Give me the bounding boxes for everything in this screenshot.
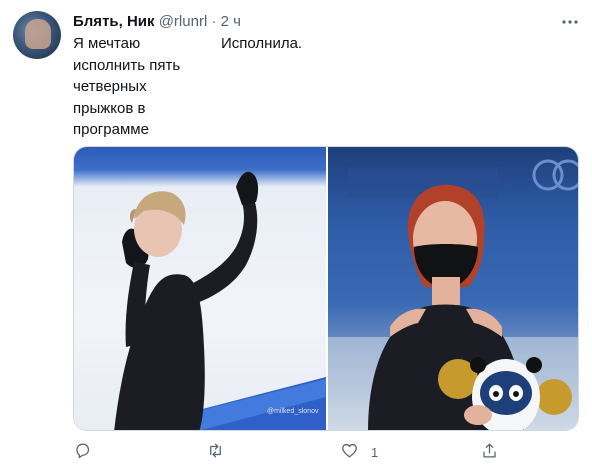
tweet-time[interactable]: 2 ч (221, 13, 241, 30)
figure-skater-illustration (114, 171, 326, 430)
reply-icon (73, 441, 92, 463)
like-icon (340, 441, 359, 463)
tweet-text-right: Исполнила. (221, 35, 303, 52)
retweet-button[interactable] (206, 441, 225, 463)
like-count: 1 (371, 444, 379, 460)
reply-button[interactable] (73, 441, 92, 463)
tweet-text-left: Я мечтаю исполнить пять четверных прыжко… (73, 35, 181, 138)
tweet-actions: 1 (0, 441, 592, 465)
skater-mascot-illustration (328, 159, 578, 430)
like-button[interactable]: 1 (340, 441, 378, 463)
tweet-media[interactable]: @milked_slonov (73, 146, 579, 431)
tweet-header: Блять, Ник @rlunrl · 2 ч (73, 13, 241, 31)
watermark: @milked_slonov (267, 408, 319, 415)
share-button[interactable] (480, 441, 499, 463)
tweet[interactable]: Блять, Ник @rlunrl · 2 ч Я мечтаю исполн… (0, 0, 592, 472)
avatar-hand-icon (25, 19, 51, 49)
share-icon (480, 441, 499, 463)
figure-skater-photo[interactable]: @milked_slonov (74, 147, 326, 430)
avatar[interactable] (13, 11, 61, 59)
author-handle[interactable]: @rlunrl (159, 13, 208, 30)
author-name[interactable]: Блять, Ник (73, 13, 155, 30)
skater-with-mascot-photo[interactable] (328, 147, 578, 430)
header-separator: · (207, 13, 221, 30)
more-icon[interactable] (560, 12, 580, 32)
retweet-icon (206, 441, 225, 463)
